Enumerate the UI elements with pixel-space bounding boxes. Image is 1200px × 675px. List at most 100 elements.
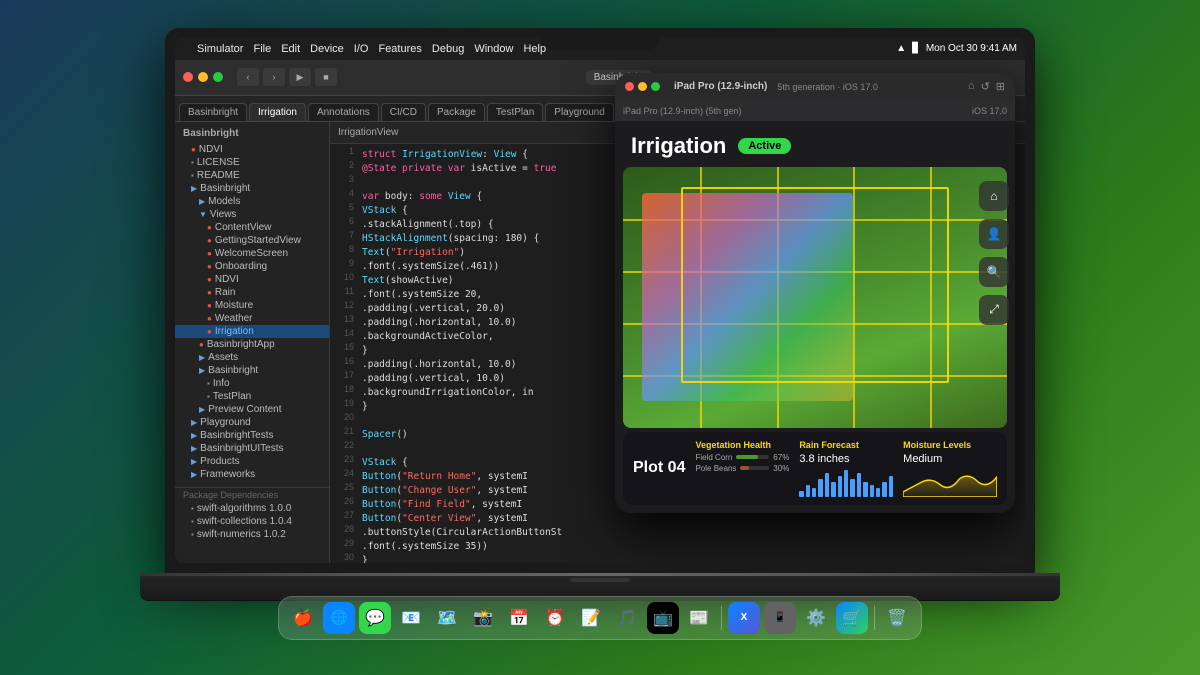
rain-bar-15 [889,476,893,497]
dock-photos[interactable]: 📸 [467,602,499,634]
sidebar-item-views[interactable]: ▼Views [175,208,329,221]
sidebar-item-gettingstarted[interactable]: ●GettingStartedView [175,234,329,247]
sidebar-item-assets[interactable]: ▶Assets [175,351,329,364]
dock-appstore[interactable]: 🛒 [836,602,868,634]
sidebar: Basinbright ●NDVI ▪LICENSE ▪README ▶Basi… [175,122,330,563]
tab-basinbright[interactable]: Basinbright [179,103,247,121]
sim-home-icon[interactable]: ⌂ [968,80,975,93]
sidebar-pkg-algorithms[interactable]: ▪swift-algorithms 1.0.0 [175,502,329,515]
sidebar-item-contentview[interactable]: ●ContentView [175,221,329,234]
dock-messages[interactable]: 💬 [359,602,391,634]
run-button[interactable]: ▶ [289,68,311,86]
sidebar-item-preview[interactable]: ▶Preview Content [175,403,329,416]
sidebar-item-app[interactable]: ●BasinbrightApp [175,338,329,351]
sidebar-item-basinbright[interactable]: ▶Basinbright [175,182,329,195]
dock-notes[interactable]: 📝 [575,602,607,634]
map-container[interactable] [623,167,1007,428]
menu-features[interactable]: Features [378,43,421,55]
sim-rotate-icon[interactable]: ↺ [981,80,990,93]
vegetation-bars: Field Corn 67% Pole Beans [695,453,789,473]
dock-finder[interactable]: 🍎 [287,602,319,634]
sidebar-item-playground[interactable]: ▶Playground [175,416,329,429]
sidebar-item-tests[interactable]: ▶BasinbrightTests [175,429,329,442]
sidebar-pkg-numerics[interactable]: ▪swift-numerics 1.0.2 [175,528,329,541]
zoom-btn[interactable]: 🔍 [979,257,1009,287]
sidebar-item-welcome[interactable]: ●WelcomeScreen [175,247,329,260]
dock-xcode[interactable]: X [728,602,760,634]
macbook-screen: Simulator File Edit Device I/O Features … [165,28,1035,573]
sidebar-item-models[interactable]: ▶Models [175,195,329,208]
tab-cicd[interactable]: CI/CD [381,103,426,121]
menu-io[interactable]: I/O [354,43,369,55]
sim-close-button[interactable] [625,82,634,91]
dock-calendar[interactable]: 📅 [503,602,535,634]
sidebar-item-testplan[interactable]: ▪TestPlan [175,390,329,403]
dock-simulator[interactable]: 📱 [764,602,796,634]
rain-bar-11 [863,482,867,497]
dock-music[interactable]: 🎵 [611,602,643,634]
sidebar-item-onboarding[interactable]: ●Onboarding [175,260,329,273]
rain-bar-6 [831,482,835,497]
user-btn[interactable]: 👤 [979,219,1009,249]
sidebar-item-info[interactable]: ▪Info [175,377,329,390]
sidebar-item-moisture[interactable]: ●Moisture [175,299,329,312]
beans-bar-fill [740,466,749,470]
dock-news[interactable]: 📰 [683,602,715,634]
menu-window[interactable]: Window [474,43,513,55]
menu-debug[interactable]: Debug [432,43,464,55]
dock-mail[interactable]: 📧 [395,602,427,634]
minimize-button[interactable] [198,72,208,82]
sidebar-item-products-folder[interactable]: ▶Products [175,455,329,468]
moisture-value: Medium [903,453,997,465]
sidebar-item-irrigation[interactable]: ●Irrigation [175,325,329,338]
sim-scale-icon[interactable]: ⊞ [996,80,1005,93]
sidebar-item-rain[interactable]: ●Rain [175,286,329,299]
sidebar-item-uitests[interactable]: ▶BasinbrightUITests [175,442,329,455]
sidebar-item-readme[interactable]: ▪README [175,169,329,182]
tab-annotations[interactable]: Annotations [308,103,379,121]
dock-clock[interactable]: ⏰ [539,602,571,634]
menu-simulator[interactable]: Simulator [197,43,243,55]
expand-btn[interactable]: ⤢ [979,295,1009,325]
sidebar-item-products[interactable]: ▶Basinbright [175,364,329,377]
forward-button[interactable]: › [263,68,285,86]
field-border [681,187,950,383]
menu-device[interactable]: Device [310,43,344,55]
maximize-button[interactable] [213,72,223,82]
sidebar-item-frameworks[interactable]: ▶Frameworks [175,468,329,481]
rain-chart [799,467,893,497]
macbook-wrapper: Simulator File Edit Device I/O Features … [140,28,1060,648]
home-btn[interactable]: ⌂ [979,181,1009,211]
map-background [623,167,1007,428]
sim-minimize-button[interactable] [638,82,647,91]
tab-testplan[interactable]: TestPlan [487,103,543,121]
vegetation-title: Vegetation Health [695,440,789,450]
dock-trash[interactable]: 🗑️ [881,602,913,634]
sidebar-item-ndvi[interactable]: ●NDVI [175,143,329,156]
sidebar-item-license[interactable]: ▪LICENSE [175,156,329,169]
sidebar-item-weather[interactable]: ●Weather [175,312,329,325]
tab-package[interactable]: Package [428,103,485,121]
rain-bar-1 [799,491,803,497]
close-button[interactable] [183,72,193,82]
dock-maps[interactable]: 🗺️ [431,602,463,634]
dock-safari[interactable]: 🌐 [323,602,355,634]
menu-file[interactable]: File [253,43,271,55]
moisture-section: Moisture Levels Medium [903,440,997,497]
corn-bar-fill [736,455,758,459]
tab-irrigation[interactable]: Irrigation [249,103,306,121]
sidebar-pkg-collections[interactable]: ▪swift-collections 1.0.4 [175,515,329,528]
menu-edit[interactable]: Edit [281,43,300,55]
corn-label: Field Corn [695,453,732,462]
simulator-window: iPad Pro (12.9-inch) 5th generation · iO… [615,73,1015,513]
dock-settings[interactable]: ⚙️ [800,602,832,634]
tab-playground[interactable]: Playground [545,103,614,121]
app-header: Irrigation Active [615,121,1015,167]
back-button[interactable]: ‹ [237,68,259,86]
clock: Mon Oct 30 9:41 AM [926,43,1017,54]
sidebar-item-ndvi-view[interactable]: ●NDVI [175,273,329,286]
sim-maximize-button[interactable] [651,82,660,91]
stop-button[interactable]: ■ [315,68,337,86]
dock-tv[interactable]: 📺 [647,602,679,634]
plot-id: Plot 04 [633,440,685,497]
